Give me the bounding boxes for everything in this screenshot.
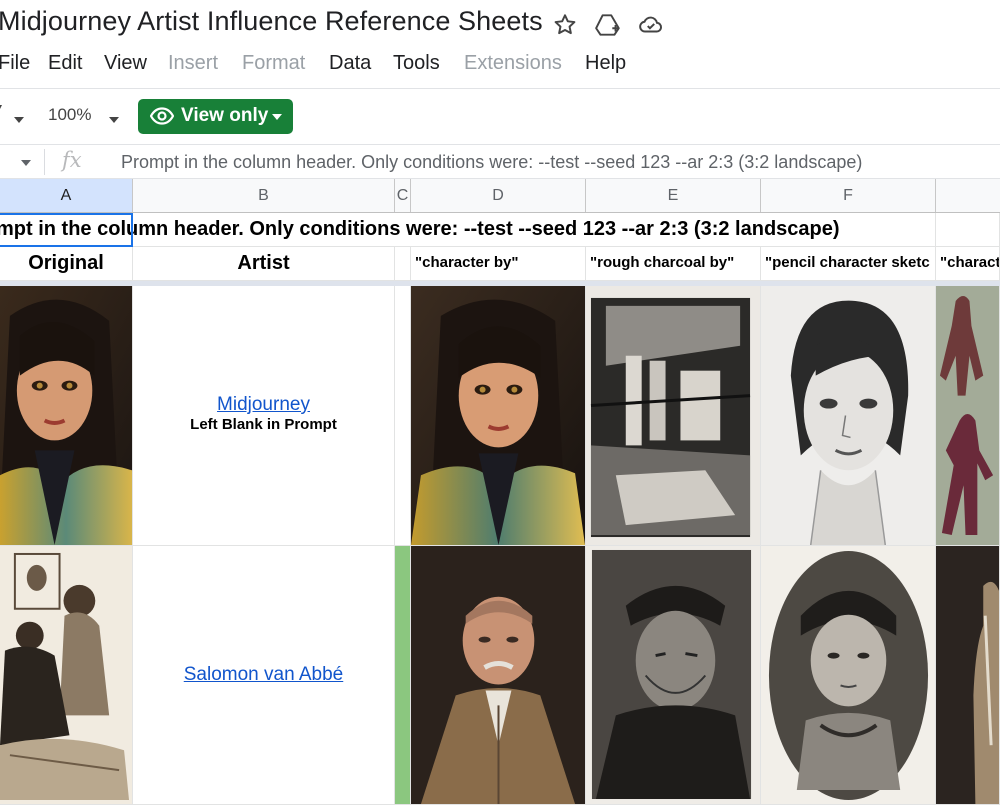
document-title[interactable]: Midjourney Artist Influence Reference Sh… xyxy=(0,6,543,37)
menu-help[interactable]: Help xyxy=(585,52,626,75)
column-header-g[interactable] xyxy=(936,179,1000,212)
zoom-dropdown-icon[interactable] xyxy=(109,117,119,123)
highlight-cell[interactable] xyxy=(395,546,411,805)
toolbar: 100% View only xyxy=(0,88,1000,144)
artist-cell: Salomon van Abbé xyxy=(133,546,395,805)
menu-extensions[interactable]: Extensions xyxy=(464,52,562,75)
rough-charcoal-image[interactable] xyxy=(586,546,761,805)
column-header-d[interactable]: D xyxy=(411,179,586,212)
table-row: mpt in the column header. Only condition… xyxy=(0,213,1000,247)
formula-bar: fx Prompt in the column header. Only con… xyxy=(0,144,1000,179)
eye-icon xyxy=(149,107,175,130)
artist-link[interactable]: Salomon van Abbé xyxy=(133,664,394,686)
table-row: Original Artist "character by" "rough ch… xyxy=(0,247,1000,281)
filter-dropdown-icon[interactable] xyxy=(14,117,24,123)
column-header-f[interactable]: F xyxy=(761,179,936,212)
header-character-by[interactable]: "character by" xyxy=(411,247,586,281)
artist-link[interactable]: Midjourney xyxy=(133,394,394,416)
menu-data[interactable]: Data xyxy=(329,52,371,75)
menu-edit[interactable]: Edit xyxy=(48,52,82,75)
filter-icon[interactable] xyxy=(0,103,6,122)
menu-format[interactable]: Format xyxy=(242,52,305,75)
zoom-select[interactable]: 100% xyxy=(48,105,91,125)
menu-insert[interactable]: Insert xyxy=(168,52,218,75)
view-only-label: View only xyxy=(181,105,269,126)
header-original[interactable]: Original xyxy=(0,247,133,281)
menu-view[interactable]: View xyxy=(104,52,147,75)
formula-divider xyxy=(44,149,45,175)
column-headers: A B C D E F xyxy=(0,179,1000,213)
selected-cell-outline xyxy=(0,213,133,247)
table-cell[interactable] xyxy=(395,286,411,546)
artist-note: Left Blank in Prompt xyxy=(190,416,337,433)
table-row: Salomon van Abbé xyxy=(0,546,1000,805)
character-by-image[interactable] xyxy=(411,546,586,805)
chevron-down-icon xyxy=(272,114,282,120)
character-by-image[interactable] xyxy=(411,286,586,546)
column-header-e[interactable]: E xyxy=(586,179,761,212)
move-to-drive-icon[interactable] xyxy=(594,12,620,38)
pencil-sketch-image[interactable] xyxy=(761,546,936,805)
character-image[interactable] xyxy=(936,286,1000,546)
menu-bar: File Edit View Insert Format Data Tools … xyxy=(0,50,1000,80)
header-rough-charcoal-by[interactable]: "rough charcoal by" xyxy=(586,247,761,281)
original-image[interactable] xyxy=(0,286,133,546)
table-row: Midjourney Left Blank in Prompt xyxy=(0,286,1000,546)
merged-banner-cell[interactable]: mpt in the column header. Only condition… xyxy=(0,213,936,247)
pencil-sketch-image[interactable] xyxy=(761,286,936,546)
table-cell[interactable] xyxy=(936,213,1000,247)
column-header-c[interactable]: C xyxy=(395,179,411,212)
cloud-status-icon[interactable] xyxy=(638,12,664,38)
rough-charcoal-image[interactable] xyxy=(586,286,761,546)
column-header-b[interactable]: B xyxy=(133,179,395,212)
menu-file[interactable]: File xyxy=(0,52,30,75)
view-only-button[interactable]: View only xyxy=(138,99,293,134)
column-header-a[interactable]: A xyxy=(0,179,133,212)
character-image[interactable] xyxy=(936,546,1000,805)
menu-tools[interactable]: Tools xyxy=(393,52,440,75)
fx-icon: fx xyxy=(62,148,82,172)
table-cell[interactable] xyxy=(395,247,411,281)
header-artist[interactable]: Artist xyxy=(133,247,395,281)
star-icon[interactable] xyxy=(552,12,578,38)
original-image[interactable] xyxy=(0,546,133,805)
header-character[interactable]: "charact xyxy=(936,247,1000,281)
artist-cell: Midjourney Left Blank in Prompt xyxy=(133,286,395,546)
name-box-dropdown-icon[interactable] xyxy=(21,160,31,166)
formula-input[interactable]: Prompt in the column header. Only condit… xyxy=(121,152,862,173)
header-pencil-character-sketch[interactable]: "pencil character sketc xyxy=(761,247,936,281)
title-bar: Midjourney Artist Influence Reference Sh… xyxy=(0,0,1000,50)
